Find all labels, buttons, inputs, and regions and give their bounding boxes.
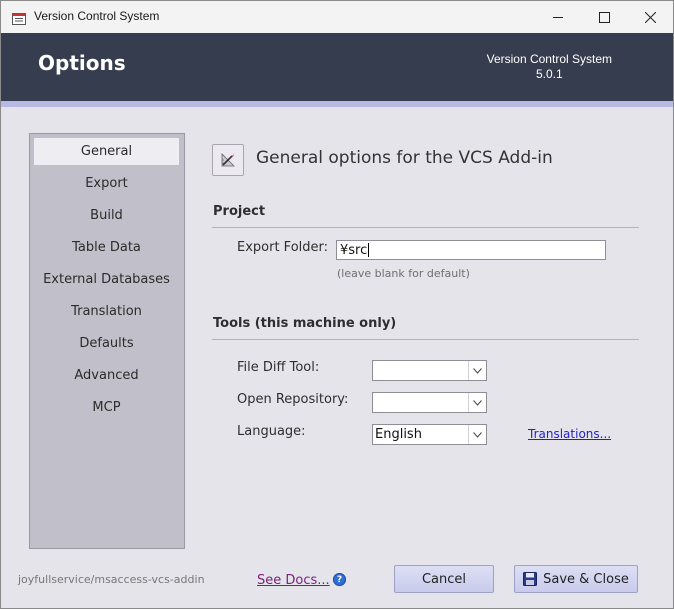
window-title: Version Control System [34, 9, 160, 23]
translations-link[interactable]: Translations... [528, 427, 611, 441]
options-header: Options Version Control System 5.0.1 [1, 33, 673, 101]
save-close-button[interactable]: Save & Close [514, 565, 638, 593]
export-folder-label: Export Folder: [237, 240, 329, 255]
open-repository-label: Open Repository: [237, 392, 349, 407]
save-close-button-label: Save & Close [543, 571, 629, 587]
tools-group-title: Tools (this machine only) [213, 316, 397, 331]
divider [212, 339, 639, 340]
sidebar-item-defaults[interactable]: Defaults [34, 330, 179, 357]
minimize-icon [552, 16, 563, 18]
pencil-ruler-icon [212, 144, 244, 176]
export-folder-input[interactable]: ¥src [336, 240, 606, 260]
language-select[interactable]: English [372, 424, 487, 445]
app-name: Version Control System [486, 52, 612, 66]
text-caret [368, 243, 370, 257]
help-icon[interactable]: ? [333, 573, 346, 586]
language-value: English [375, 427, 422, 442]
app-form-icon [12, 10, 26, 25]
repo-name: joyfullservice/msaccess-vcs-addin [18, 573, 205, 586]
title-bar[interactable]: Version Control System [1, 1, 673, 33]
divider [212, 227, 639, 228]
file-diff-tool-select[interactable] [372, 360, 487, 381]
close-button[interactable] [627, 1, 673, 33]
section-title: General options for the VCS Add-in [256, 148, 553, 168]
close-icon [644, 11, 656, 23]
floppy-disk-icon [523, 572, 538, 586]
options-window: Version Control System Options Version C… [0, 0, 674, 609]
sidebar-item-external-databases[interactable]: External Databases [34, 266, 179, 293]
sidebar-item-table-data[interactable]: Table Data [34, 234, 179, 261]
project-group-title: Project [213, 204, 266, 219]
sidebar-item-advanced[interactable]: Advanced [34, 362, 179, 389]
see-docs-link[interactable]: See Docs... [257, 573, 330, 588]
export-folder-hint: (leave blank for default) [337, 267, 470, 280]
chevron-down-icon[interactable] [468, 361, 486, 380]
cancel-button[interactable]: Cancel [394, 565, 494, 593]
page-title: Options [38, 51, 126, 75]
sidebar-item-translation[interactable]: Translation [34, 298, 179, 325]
export-folder-value: ¥src [340, 242, 368, 258]
open-repository-select[interactable] [372, 392, 487, 413]
maximize-icon [598, 11, 610, 23]
language-label: Language: [237, 424, 306, 439]
minimize-button[interactable] [535, 1, 581, 33]
sidebar-item-export[interactable]: Export [34, 170, 179, 197]
options-sidebar: General Export Build Table Data External… [29, 133, 185, 549]
sidebar-item-general[interactable]: General [34, 138, 179, 165]
chevron-down-icon[interactable] [468, 393, 486, 412]
header-accent-bar [1, 101, 673, 107]
sidebar-item-build[interactable]: Build [34, 202, 179, 229]
chevron-down-icon[interactable] [468, 425, 486, 444]
sidebar-item-mcp[interactable]: MCP [34, 394, 179, 421]
app-version-info: Version Control System 5.0.1 [487, 52, 612, 82]
maximize-button[interactable] [581, 1, 627, 33]
file-diff-tool-label: File Diff Tool: [237, 360, 320, 375]
cancel-button-label: Cancel [421, 571, 467, 587]
app-version: 5.0.1 [535, 67, 563, 81]
